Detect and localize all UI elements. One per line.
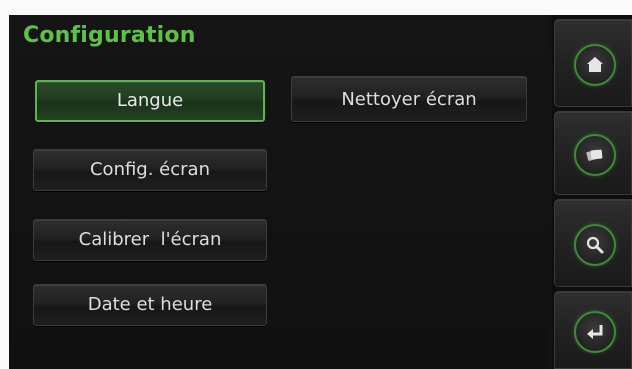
return-button[interactable] <box>554 291 632 369</box>
cards-icon <box>586 149 603 161</box>
magnifier-icon <box>586 236 604 254</box>
home-icon <box>587 57 603 72</box>
main-panel: Configuration Langue Config. écran Calib… <box>9 15 549 369</box>
langue-button[interactable]: Langue <box>35 80 265 122</box>
date-heure-button[interactable]: Date et heure <box>33 284 267 326</box>
cards-button[interactable] <box>554 111 632 195</box>
return-icon-circle <box>574 311 616 353</box>
home-icon-circle <box>574 44 616 86</box>
magnifier-icon-circle <box>574 224 616 266</box>
return-arrow-icon <box>587 325 603 339</box>
page-title: Configuration <box>23 23 196 48</box>
nettoyer-ecran-button[interactable]: Nettoyer écran <box>291 76 527 122</box>
config-ecran-button[interactable]: Config. écran <box>33 149 267 191</box>
search-button[interactable] <box>554 199 632 287</box>
device-screen: Configuration Langue Config. écran Calib… <box>9 15 632 369</box>
cards-icon-circle <box>574 134 616 176</box>
sidebar <box>552 15 632 369</box>
home-button[interactable] <box>554 19 632 107</box>
calibrer-ecran-button[interactable]: Calibrer l'écran <box>33 219 267 261</box>
